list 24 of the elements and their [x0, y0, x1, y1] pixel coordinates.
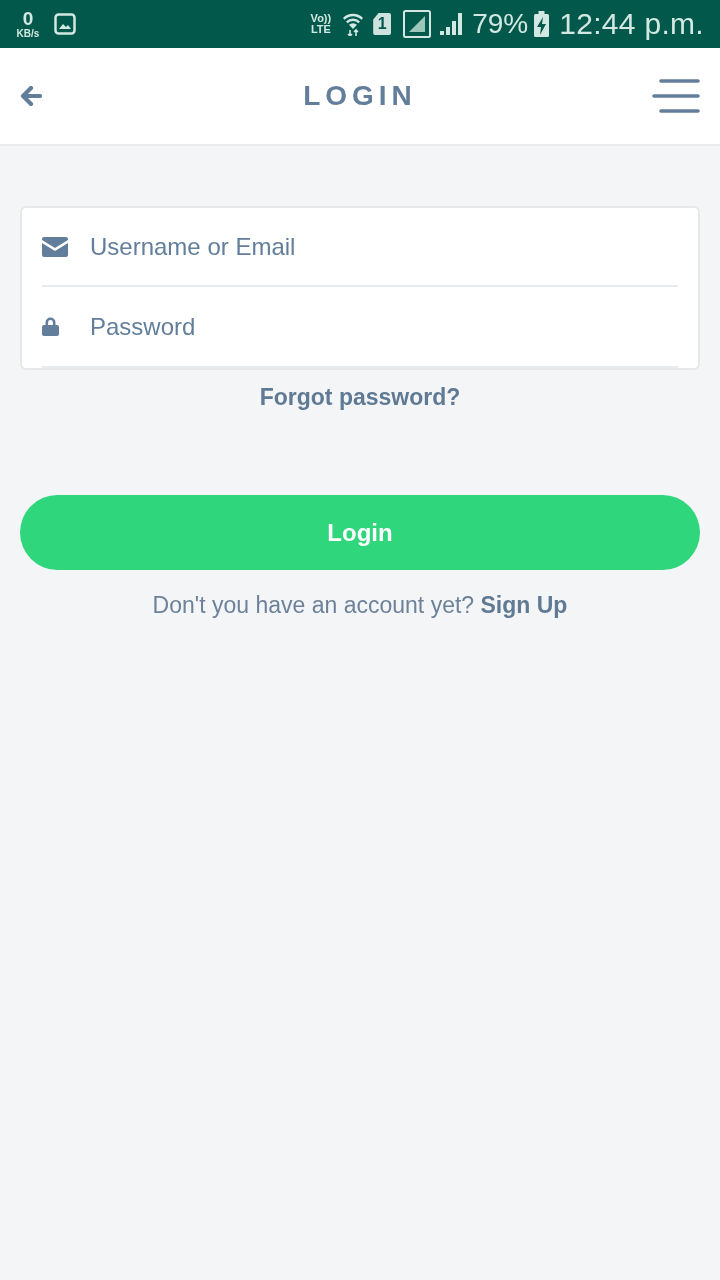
- signup-prompt: Don't you have an account yet? Sign Up: [151, 592, 569, 619]
- password-field[interactable]: Password: [90, 306, 678, 347]
- clock-time: 12:44 p.m.: [559, 7, 704, 41]
- volte-label: Vo)): [310, 13, 332, 24]
- page-title: LOGIN: [303, 80, 417, 112]
- menu-icon: [652, 79, 700, 113]
- forgot-password-link[interactable]: Forgot password?: [259, 384, 461, 411]
- signup-link[interactable]: Sign Up: [480, 592, 568, 618]
- battery-charging-icon: [534, 11, 550, 37]
- sim-indicator: 1: [373, 13, 392, 35]
- wifi-icon: [343, 12, 364, 36]
- network-type-label: LTE: [310, 24, 331, 35]
- envelope-icon: [42, 236, 68, 257]
- lock-icon: [42, 317, 59, 336]
- back-arrow-icon: [20, 86, 42, 106]
- back-button[interactable]: [20, 86, 42, 106]
- battery-percentage: 79%: [472, 8, 529, 40]
- data-speed-unit: KB/s: [16, 29, 40, 39]
- signal-icon: [403, 10, 432, 38]
- image-icon: [54, 13, 76, 35]
- menu-button[interactable]: [652, 79, 700, 113]
- username-field[interactable]: Username or Email: [90, 226, 678, 267]
- signal-bars-icon: [440, 13, 465, 35]
- data-speed: 0: [22, 9, 34, 28]
